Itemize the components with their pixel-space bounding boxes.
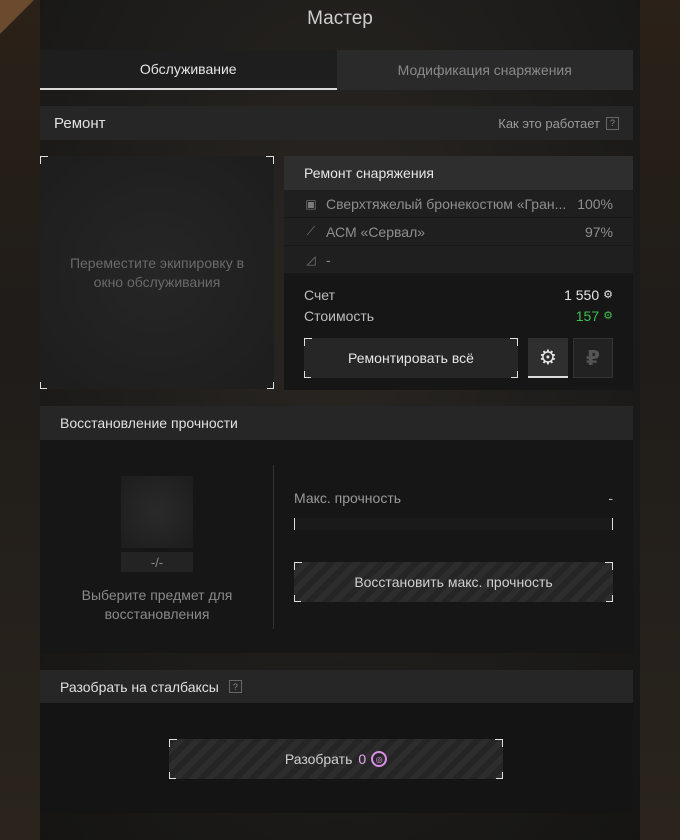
- gear-currency-icon: ⚙: [603, 310, 613, 322]
- account-value-wrap: 1 550 ⚙: [564, 287, 613, 303]
- help-icon: ?: [606, 116, 619, 130]
- repair-item-name: -: [326, 251, 331, 268]
- divider: [273, 465, 274, 629]
- account-line: Счет 1 550 ⚙: [284, 284, 633, 305]
- repair-all-label: Ремонтировать всё: [348, 350, 474, 366]
- cost-value: 157: [575, 307, 600, 324]
- repair-section-header: Ремонт Как это работает ?: [40, 106, 633, 140]
- restore-section-header: Восстановление прочности: [40, 406, 633, 440]
- durability-bar: [294, 518, 613, 530]
- ruble-icon: ₽: [586, 347, 600, 370]
- gear-currency-icon: ⚙: [603, 289, 613, 301]
- gear-icon: ⚙: [539, 346, 557, 369]
- max-durability-label: Макс. прочность: [294, 490, 402, 506]
- account-label: Счет: [304, 286, 335, 303]
- repair-item-row[interactable]: ◿ -: [284, 246, 633, 274]
- tab-bar: Обслуживание Модификация снаряжения: [40, 50, 633, 90]
- repair-item-name: АСМ «Сервал»: [326, 223, 426, 240]
- knife-icon: ◿: [306, 252, 316, 267]
- restore-item-slot[interactable]: [121, 476, 193, 548]
- cost-value-wrap: 157 ⚙: [576, 308, 613, 324]
- repair-all-button[interactable]: Ремонтировать всё: [304, 338, 518, 378]
- pay-with-gears-button[interactable]: ⚙: [528, 338, 568, 378]
- restore-max-durability-button[interactable]: Восстановить макс. прочность: [294, 562, 613, 602]
- background-left: [0, 0, 40, 840]
- repair-item-name: Сверхтяжелый бронекостюм «Гран...: [326, 195, 567, 212]
- equipment-dropzone[interactable]: Переместите экипировку в окно обслуживан…: [40, 156, 274, 389]
- restore-slot-count: -/-: [121, 552, 193, 572]
- rifle-icon: ⟋: [306, 224, 316, 238]
- repair-section-title: Ремонт: [54, 114, 106, 132]
- restore-hint: Выберите предмет для восстановления: [81, 587, 233, 622]
- disassemble-label: Разобрать: [284, 751, 353, 767]
- repair-item-percent: 97%: [584, 223, 613, 240]
- repair-item-row[interactable]: ▣ Сверхтяжелый бронекостюм «Гран... 100%: [284, 190, 633, 218]
- window-frame: Мастер Обслуживание Модификация снаряжен…: [0, 0, 680, 840]
- help-icon[interactable]: ?: [228, 680, 242, 693]
- repair-item-row[interactable]: ⟋ АСМ «Сервал» 97%: [284, 218, 633, 246]
- dropzone-hint: Переместите экипировку в окно обслуживан…: [69, 254, 245, 290]
- cost-line: Стоимость 157 ⚙: [284, 305, 633, 326]
- background-right: [640, 0, 680, 840]
- disassemble-section-header: Разобрать на сталбаксы ?: [40, 670, 633, 703]
- how-it-works-link[interactable]: Как это работает ?: [498, 116, 619, 131]
- stalbucks-icon: ◎: [371, 751, 388, 767]
- tab-maintenance[interactable]: Обслуживание: [40, 50, 337, 90]
- window-title: Мастер: [307, 8, 373, 29]
- disassemble-section-title: Разобрать на сталбаксы: [60, 678, 219, 695]
- restore-button-label: Восстановить макс. прочность: [354, 574, 553, 590]
- cost-label: Стоимость: [304, 307, 375, 324]
- repair-gear-title: Ремонт снаряжения: [284, 156, 633, 190]
- disassemble-button[interactable]: Разобрать 0 ◎: [169, 739, 503, 779]
- account-value: 1 550: [564, 286, 600, 303]
- repair-item-percent: 100%: [577, 195, 613, 212]
- restore-section-title: Восстановление прочности: [60, 415, 238, 431]
- max-durability-value: -: [608, 490, 613, 506]
- pay-with-rubles-button[interactable]: ₽: [573, 338, 613, 378]
- armor-icon: ▣: [305, 196, 317, 211]
- stalbucks-count: 0: [358, 751, 367, 767]
- how-it-works-label: Как это работает: [498, 115, 600, 131]
- tab-gear-modification[interactable]: Модификация снаряжения: [336, 50, 633, 90]
